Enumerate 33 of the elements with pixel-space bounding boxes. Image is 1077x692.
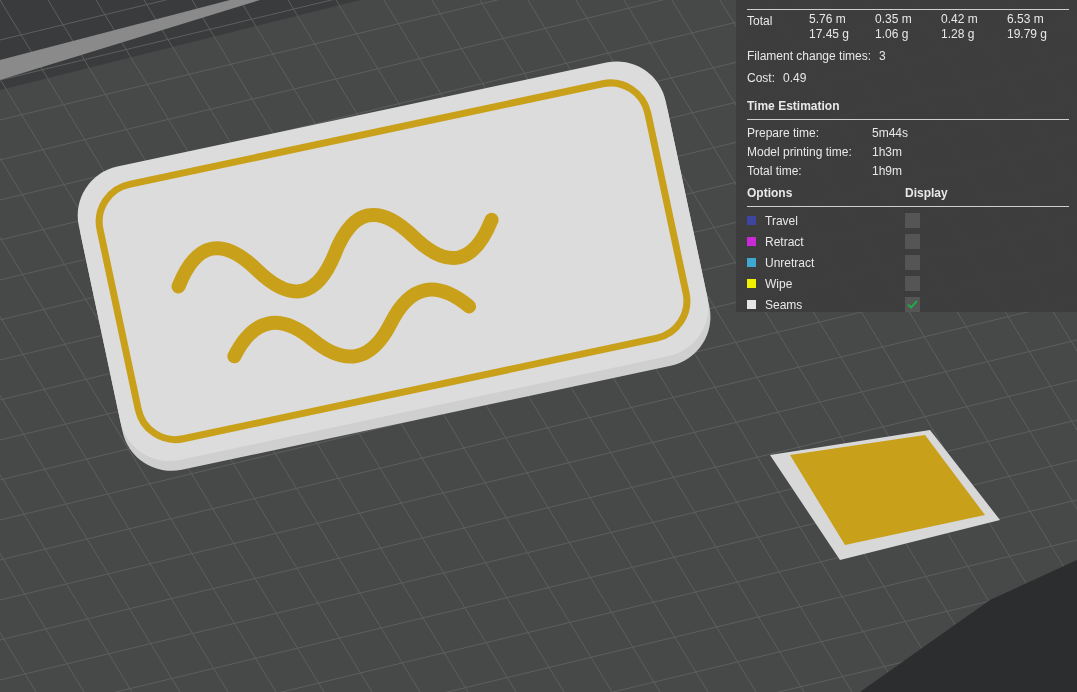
cost-value: 0.49	[783, 70, 807, 87]
option-label: Wipe	[765, 275, 794, 293]
option-label: Seams	[765, 296, 804, 314]
options-header: Options	[747, 185, 794, 202]
time-value: 1h3m	[872, 143, 903, 161]
option-label: Travel	[765, 212, 799, 230]
time-label: Prepare time:	[747, 124, 821, 142]
time-label: Total time:	[747, 162, 803, 180]
display-checkbox[interactable]	[905, 255, 920, 270]
option-label: Retract	[765, 233, 805, 251]
display-checkbox[interactable]	[905, 297, 920, 312]
check-icon	[907, 300, 918, 309]
length-value: 0.42 m	[941, 12, 979, 27]
total-label: Total	[747, 13, 774, 30]
time-label: Model printing time:	[747, 143, 853, 161]
weight-value: 1.06 g	[875, 27, 910, 42]
display-checkbox[interactable]	[905, 213, 920, 228]
time-value: 5m44s	[872, 124, 909, 142]
section-title: Time Estimation	[747, 98, 841, 115]
length-value: 5.76 m	[809, 12, 847, 27]
display-checkbox[interactable]	[905, 234, 920, 249]
length-value: 0.35 m	[875, 12, 913, 27]
length-value: 6.53 m	[1007, 12, 1045, 27]
filament-change-label: Filament change times:	[747, 48, 872, 65]
time-value: 1h9m	[872, 162, 903, 180]
cost-label: Cost:	[747, 70, 775, 87]
option-label: Unretract	[765, 254, 816, 272]
filament-change-value: 3	[879, 48, 886, 65]
display-header: Display	[905, 185, 948, 202]
display-checkbox[interactable]	[905, 276, 920, 291]
weight-value: 17.45 g	[809, 27, 851, 42]
weight-value: 19.79 g	[1007, 27, 1049, 42]
weight-value: 1.28 g	[941, 27, 976, 42]
